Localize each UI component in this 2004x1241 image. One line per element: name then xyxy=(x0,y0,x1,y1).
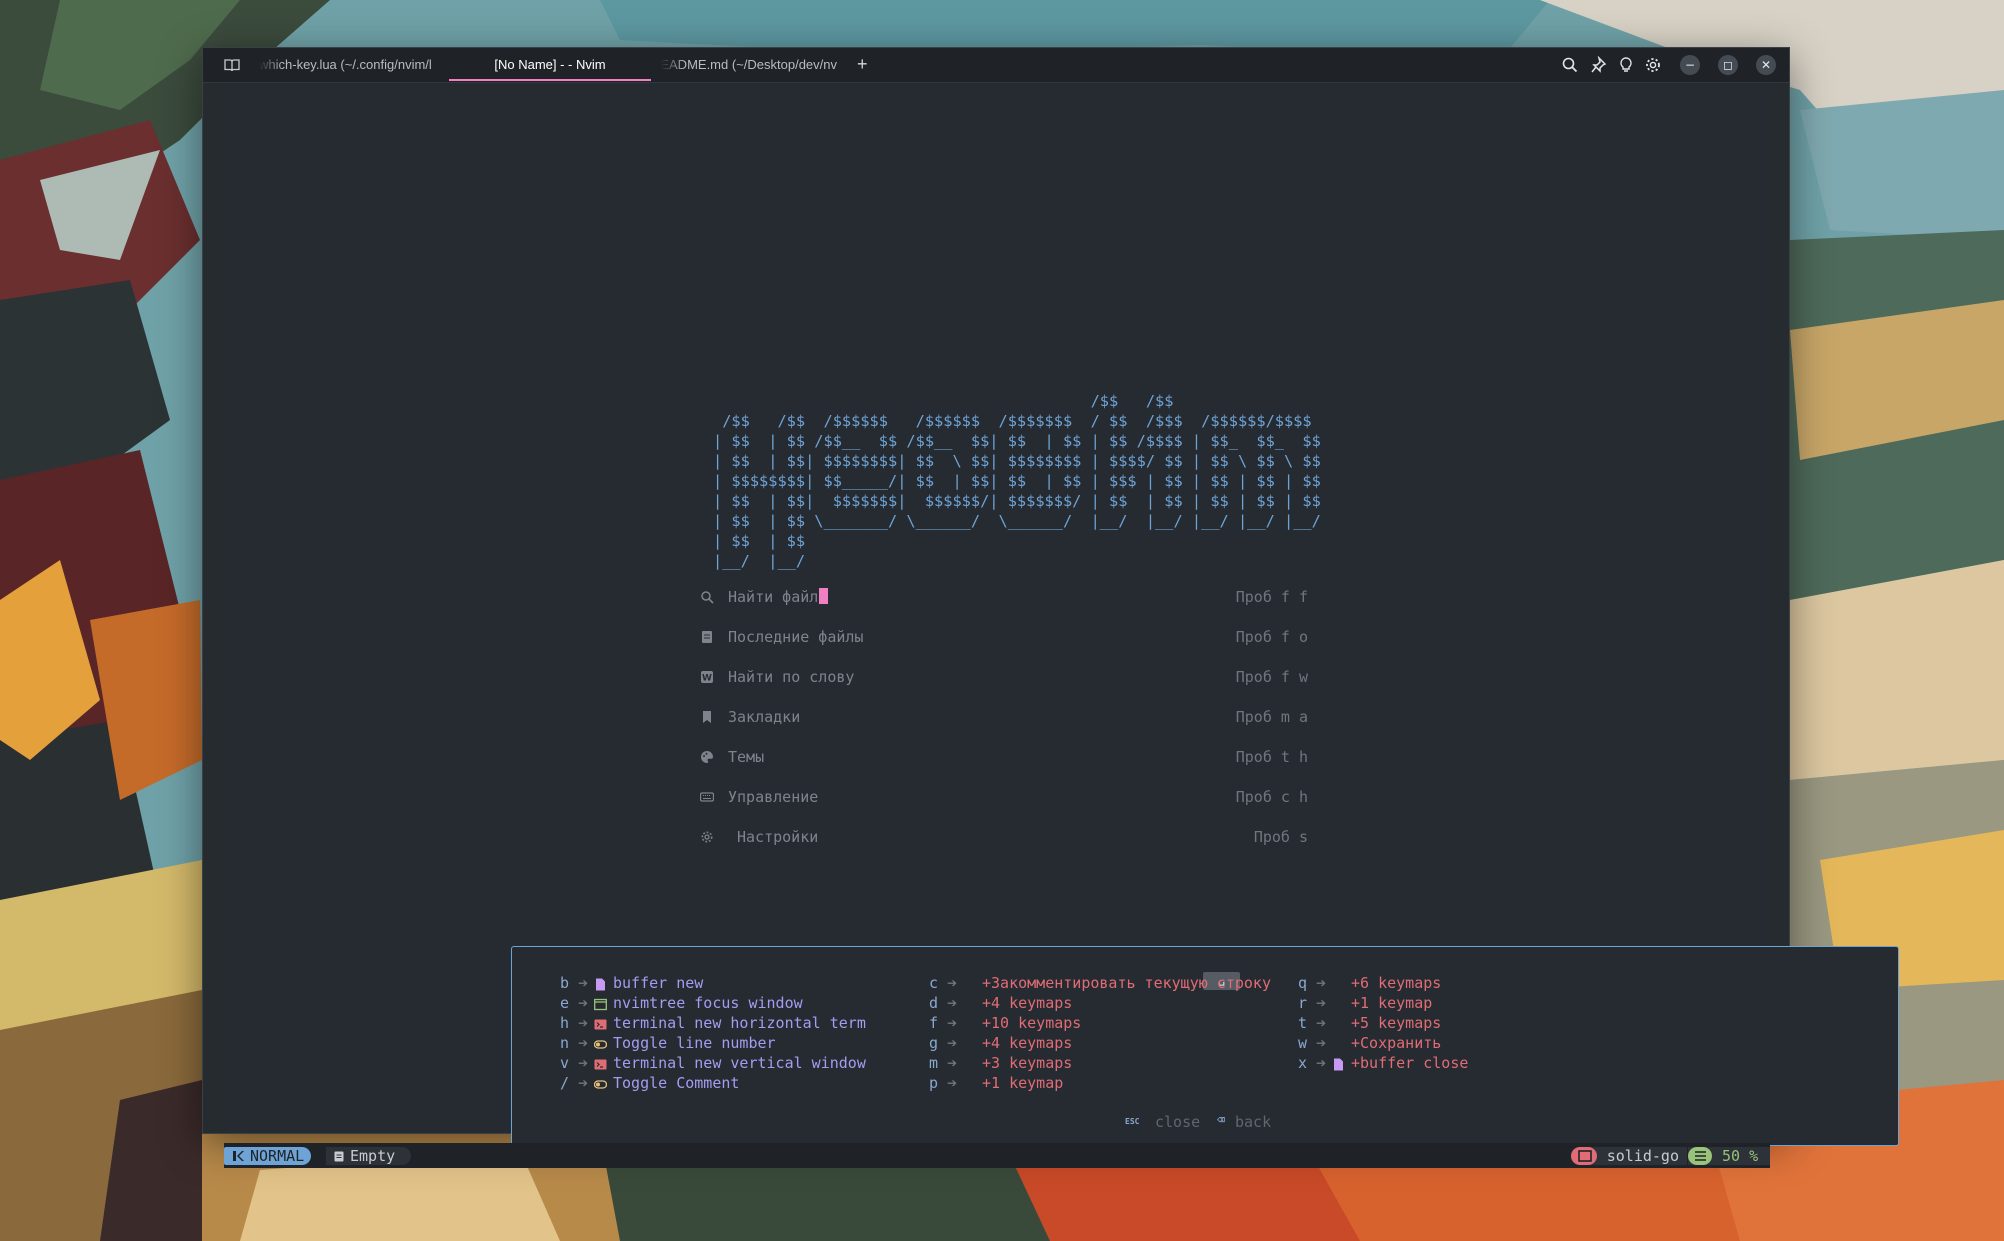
pin-icon[interactable] xyxy=(1589,56,1607,74)
dashboard-item-shortcut: Проб f o xyxy=(1235,628,1308,646)
dashboard-item-recent-files[interactable]: Последние файлы Проб f o xyxy=(700,625,1308,651)
tab-readme[interactable]: README.md (~/Desktop/dev/nv xyxy=(661,48,837,81)
file-icon xyxy=(334,1151,344,1162)
dashboard-item-shortcut: Проб f w xyxy=(1235,668,1308,686)
keyboard-icon xyxy=(700,792,714,802)
search-icon xyxy=(701,591,714,604)
dashboard-item-label: Закладки xyxy=(728,708,801,726)
nvim-buffer[interactable]: /$$ /$$ /$$ /$$ /$$$$$$ /$$$$$$ /$$$$$$$… xyxy=(224,83,1899,1168)
dashboard-item-label: Найти файл xyxy=(728,588,819,606)
file-icon xyxy=(1334,1058,1343,1071)
ascii-header: /$$ /$$ /$$ /$$ /$$$$$$ /$$$$$$ /$$$$$$$… xyxy=(713,392,1321,570)
dashboard-item-label: Темы xyxy=(728,748,765,766)
dashboard-item-find-word[interactable]: W Найти по слову Проб f w xyxy=(700,665,1308,691)
text-cursor xyxy=(819,588,829,604)
dashboard-item-find-file[interactable]: Найти файл Проб f f xyxy=(700,585,1308,611)
new-tab-button[interactable]: + xyxy=(857,48,877,81)
dashboard-item-label: Найти по слову xyxy=(728,668,855,686)
close-hint[interactable]: close xyxy=(1155,1113,1200,1131)
bookmark-icon xyxy=(703,711,711,723)
file-segment: Empty xyxy=(326,1147,411,1165)
dashboard-item-shortcut: Проб f f xyxy=(1235,588,1308,606)
dashboard-item-shortcut: Проб m a xyxy=(1235,708,1308,726)
dashboard-item-label: Последние файлы xyxy=(728,628,864,646)
file-list-icon xyxy=(702,631,712,643)
gear-icon[interactable] xyxy=(1644,56,1662,74)
back-hint[interactable]: back xyxy=(1235,1113,1271,1131)
backspace-icon: ⌫ xyxy=(1217,1113,1225,1128)
terminal-window: which-key.lua (~/.config/nvim/l [No Name… xyxy=(202,47,1899,1168)
esc-key-icon: ESC xyxy=(1125,1117,1140,1126)
statusline: NORMAL Empty solid-go 50 % xyxy=(224,1143,1770,1168)
toggle-icon xyxy=(594,1040,607,1049)
dashboard-item-settings[interactable]: Настройки Проб s xyxy=(700,825,1308,851)
maximize-button[interactable]: ◻ xyxy=(1718,55,1738,75)
dashboard-item-bookmarks[interactable]: Закладки Проб m a xyxy=(700,705,1308,731)
minimize-button[interactable]: − xyxy=(1680,55,1700,75)
cwd-segment: solid-go xyxy=(1570,1147,1687,1165)
svg-text:W: W xyxy=(702,674,712,684)
close-button[interactable]: ✕ xyxy=(1756,55,1776,75)
mode-indicator: NORMAL xyxy=(224,1147,312,1165)
dashboard-item-shortcut: Проб t h xyxy=(1235,748,1308,766)
dashboard-item-themes[interactable]: Темы Проб t h xyxy=(700,745,1308,771)
book-icon[interactable] xyxy=(223,56,241,74)
dashboard-item-shortcut: Проб s xyxy=(1253,828,1308,846)
folder-icon xyxy=(1570,1147,1597,1165)
word-icon: W xyxy=(701,671,713,684)
dashboard-item-label: Управление xyxy=(728,788,819,806)
toggle-icon xyxy=(594,1080,607,1089)
dashboard-item-shortcut: Проб c h xyxy=(1235,788,1308,806)
percent-segment: 50 % xyxy=(1688,1147,1770,1165)
palette-icon xyxy=(701,751,713,763)
search-icon[interactable] xyxy=(1561,56,1579,74)
vim-icon xyxy=(233,1151,244,1161)
dashboard-item-controls[interactable]: Управление Проб c h xyxy=(700,785,1308,811)
file-icon xyxy=(596,978,605,991)
gear-icon xyxy=(701,831,713,843)
dashboard-item-label: Настройки xyxy=(737,828,819,846)
titlebar: which-key.lua (~/.config/nvim/l [No Name… xyxy=(203,48,1789,83)
tab-which-key[interactable]: which-key.lua (~/.config/nvim/l xyxy=(259,48,435,81)
window-icon xyxy=(594,998,607,1011)
tab-no-name[interactable]: [No Name] - - Nvim xyxy=(449,48,651,81)
terminal-icon xyxy=(594,1019,607,1030)
bulb-icon[interactable] xyxy=(1617,56,1635,74)
lines-icon xyxy=(1688,1147,1712,1165)
terminal-icon xyxy=(594,1059,607,1070)
